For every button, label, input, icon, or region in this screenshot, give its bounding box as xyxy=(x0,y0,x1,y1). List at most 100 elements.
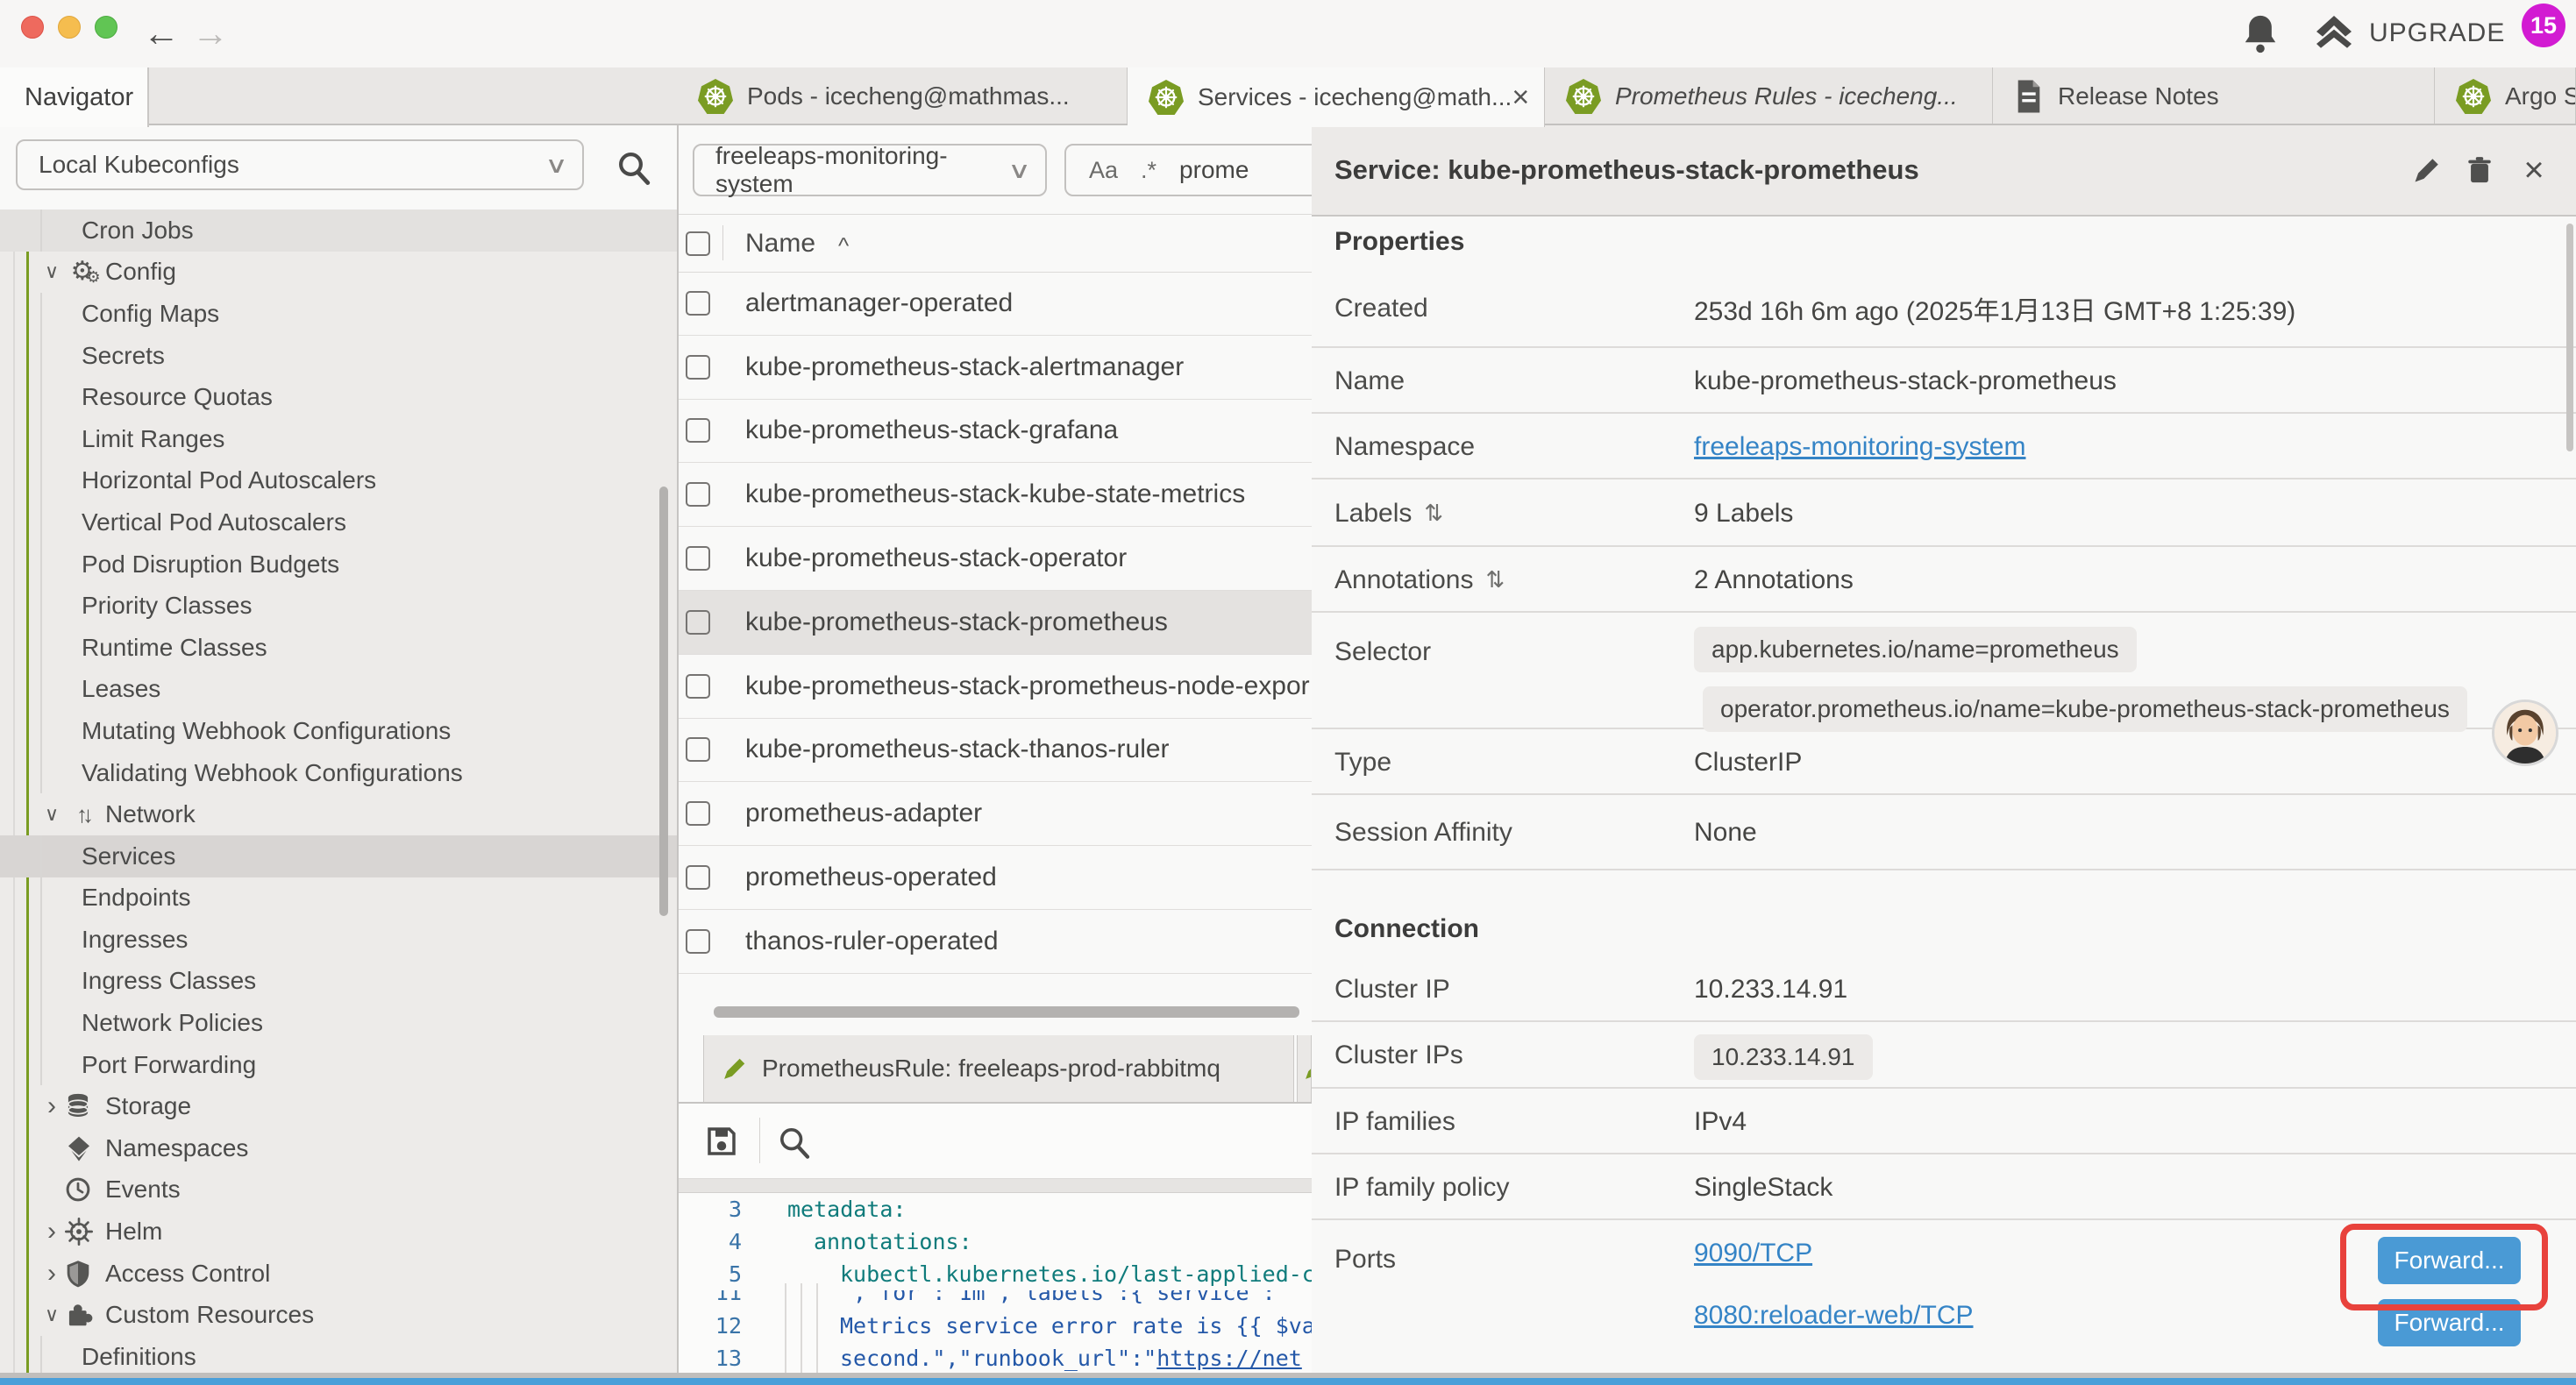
tab-argo-se[interactable]: Argo Se xyxy=(2435,67,2576,125)
sidebar-item-secrets[interactable]: Secrets xyxy=(0,335,677,377)
sidebar-item-storage[interactable]: ›Storage xyxy=(0,1085,677,1127)
details-scrollbar[interactable] xyxy=(2566,224,2573,451)
back-button[interactable]: ← xyxy=(137,9,186,58)
row-checkbox[interactable] xyxy=(686,355,710,380)
table-row-kube-prometheus-stack-kube-state-metrics[interactable]: kube-prometheus-stack-kube-state-metrics xyxy=(679,463,1312,527)
sidebar-item-services[interactable]: Services xyxy=(0,835,677,877)
tab-services-icecheng-math[interactable]: Services - icecheng@math...× xyxy=(1128,67,1545,127)
user-avatar[interactable] xyxy=(2492,700,2558,766)
table-row-thanos-ruler-operated[interactable]: thanos-ruler-operated xyxy=(679,910,1312,974)
editor-search-icon[interactable] xyxy=(777,1125,812,1160)
table-row-kube-prometheus-stack-alertmanager[interactable]: kube-prometheus-stack-alertmanager xyxy=(679,336,1312,400)
row-checkbox[interactable] xyxy=(686,482,710,507)
sidebar-item-horizontal-pod-autoscalers[interactable]: Horizontal Pod Autoscalers xyxy=(0,460,677,502)
sidebar-item-network[interactable]: ∨↑↓Network xyxy=(0,793,677,835)
sidebar-item-custom-resources[interactable]: ∨Custom Resources xyxy=(0,1294,677,1336)
upgrade-button[interactable]: UPGRADE xyxy=(2311,12,2505,54)
tab-release-notes[interactable]: Release Notes xyxy=(1993,67,2435,125)
table-row-kube-prometheus-stack-prometheus[interactable]: kube-prometheus-stack-prometheus xyxy=(679,591,1312,655)
window-minimize-button[interactable] xyxy=(58,16,81,39)
sidebar-item-pod-disruption-budgets[interactable]: Pod Disruption Budgets xyxy=(0,543,677,586)
list-search-input[interactable]: Aa .* prome xyxy=(1064,144,1313,196)
table-row-kube-prometheus-stack-prometheus-node-expor[interactable]: kube-prometheus-stack-prometheus-node-ex… xyxy=(679,655,1312,719)
forward-button[interactable]: Forward... xyxy=(2378,1299,2521,1346)
yaml-editor[interactable]: 3metadata:4annotations:5kubectl.kubernet… xyxy=(679,1193,1312,1385)
chevron-expanded-icon[interactable]: ∨ xyxy=(39,803,65,826)
sidebar-item-cron-jobs[interactable]: Cron Jobs xyxy=(0,210,677,252)
row-checkbox[interactable] xyxy=(686,674,710,699)
forward-button[interactable]: → xyxy=(186,9,235,58)
sidebar-item-definitions[interactable]: Definitions xyxy=(0,1336,677,1378)
table-row-alertmanager-operated[interactable]: alertmanager-operated xyxy=(679,272,1312,336)
table-row-kube-prometheus-stack-grafana[interactable]: kube-prometheus-stack-grafana xyxy=(679,400,1312,464)
window-zoom-button[interactable] xyxy=(95,16,117,39)
port-link[interactable]: 9090/TCP xyxy=(1694,1239,1812,1268)
namespace-selector[interactable]: freeleaps-monitoring-system ∨ xyxy=(693,144,1047,196)
sidebar-item-config[interactable]: ∨⚙⚙Config xyxy=(0,252,677,294)
regex-toggle[interactable]: .* xyxy=(1141,157,1156,184)
navigator-panel-tab[interactable]: Navigator xyxy=(0,67,149,127)
sidebar-item-leases[interactable]: Leases xyxy=(0,669,677,711)
close-icon[interactable]: × xyxy=(2516,153,2551,188)
editor-tab-prometheusrule[interactable]: PrometheusRule: freeleaps-prod-rabbitmq xyxy=(703,1035,1294,1102)
chevron-expanded-icon[interactable]: ∨ xyxy=(39,1303,65,1326)
chevron-collapsed-icon[interactable]: › xyxy=(39,1217,65,1246)
table-row-kube-prometheus-stack-operator[interactable]: kube-prometheus-stack-operator xyxy=(679,527,1312,591)
row-checkbox[interactable] xyxy=(686,291,710,316)
chevron-expanded-icon[interactable]: ∨ xyxy=(39,260,65,283)
sort-toggle-icon[interactable]: ⇅ xyxy=(1485,566,1505,593)
sidebar-item-resource-quotas[interactable]: Resource Quotas xyxy=(0,376,677,418)
select-all-checkbox[interactable] xyxy=(686,231,710,256)
match-case-toggle[interactable]: Aa xyxy=(1089,157,1118,184)
sidebar-item-namespaces[interactable]: Namespaces xyxy=(0,1127,677,1169)
table-row-prometheus-operated[interactable]: prometheus-operated xyxy=(679,846,1312,910)
sidebar-item-helm[interactable]: ›Helm xyxy=(0,1211,677,1253)
table-row-prometheus-adapter[interactable]: prometheus-adapter xyxy=(679,782,1312,846)
sort-ascending-icon[interactable]: ^ xyxy=(838,232,849,259)
tab-pods-icecheng-mathmas[interactable]: Pods - icecheng@mathmas... xyxy=(677,67,1128,125)
row-checkbox[interactable] xyxy=(686,546,710,571)
sidebar-item-runtime-classes[interactable]: Runtime Classes xyxy=(0,627,677,669)
row-checkbox[interactable] xyxy=(686,610,710,635)
port-link[interactable]: 8080:reloader-web/TCP xyxy=(1694,1301,1974,1331)
chevron-collapsed-icon[interactable]: › xyxy=(39,1259,65,1289)
editor-tab-next[interactable] xyxy=(1297,1035,1312,1102)
row-checkbox[interactable] xyxy=(686,801,710,826)
edit-pencil-icon[interactable] xyxy=(2409,153,2444,188)
name-column-header[interactable]: Name xyxy=(745,229,815,259)
sidebar-item-limit-ranges[interactable]: Limit Ranges xyxy=(0,418,677,460)
sidebar-item-config-maps[interactable]: Config Maps xyxy=(0,293,677,335)
sidebar-item-events[interactable]: Events xyxy=(0,1169,677,1211)
table-row-kube-prometheus-stack-thanos-ruler[interactable]: kube-prometheus-stack-thanos-ruler xyxy=(679,719,1312,783)
tab-close-icon[interactable]: × xyxy=(1512,81,1529,115)
notification-count-badge[interactable]: 15 xyxy=(2522,4,2565,47)
chevron-collapsed-icon[interactable]: › xyxy=(39,1091,65,1121)
row-checkbox[interactable] xyxy=(686,418,710,443)
namespace-link[interactable]: freeleaps-monitoring-system xyxy=(1694,432,2025,462)
sidebar-item-ingresses[interactable]: Ingresses xyxy=(0,919,677,961)
row-checkbox[interactable] xyxy=(686,737,710,762)
tab-prometheus-rules-icecheng[interactable]: Prometheus Rules - icecheng... xyxy=(1545,67,1993,125)
yaml-url-link[interactable]: https://net xyxy=(1156,1346,1302,1371)
sidebar-item-endpoints[interactable]: Endpoints xyxy=(0,877,677,920)
table-horizontal-scrollbar[interactable] xyxy=(714,1006,1299,1018)
row-checkbox[interactable] xyxy=(686,865,710,890)
kubeconfig-selector[interactable]: Local Kubeconfigs ∨ xyxy=(16,139,584,190)
sidebar-item-vertical-pod-autoscalers[interactable]: Vertical Pod Autoscalers xyxy=(0,501,677,543)
sidebar-item-port-forwarding[interactable]: Port Forwarding xyxy=(0,1044,677,1086)
sidebar-item-access-control[interactable]: ›Access Control xyxy=(0,1253,677,1295)
delete-trash-icon[interactable] xyxy=(2462,153,2497,188)
sidebar-item-validating-webhook-configurations[interactable]: Validating Webhook Configurations xyxy=(0,752,677,794)
sidebar-item-ingress-classes[interactable]: Ingress Classes xyxy=(0,961,677,1003)
sidebar-item-network-policies[interactable]: Network Policies xyxy=(0,1002,677,1044)
row-checkbox[interactable] xyxy=(686,929,710,954)
notifications-bell-icon[interactable] xyxy=(2241,12,2280,54)
sidebar-item-mutating-webhook-configurations[interactable]: Mutating Webhook Configurations xyxy=(0,710,677,752)
save-button[interactable] xyxy=(703,1123,740,1160)
forward-button[interactable]: Forward... xyxy=(2378,1237,2521,1284)
window-close-button[interactable] xyxy=(21,16,44,39)
sort-toggle-icon[interactable]: ⇅ xyxy=(1424,500,1443,527)
sidebar-item-priority-classes[interactable]: Priority Classes xyxy=(0,585,677,627)
sidebar-scrollbar[interactable] xyxy=(659,487,668,916)
sidebar-search-icon[interactable] xyxy=(616,149,652,186)
